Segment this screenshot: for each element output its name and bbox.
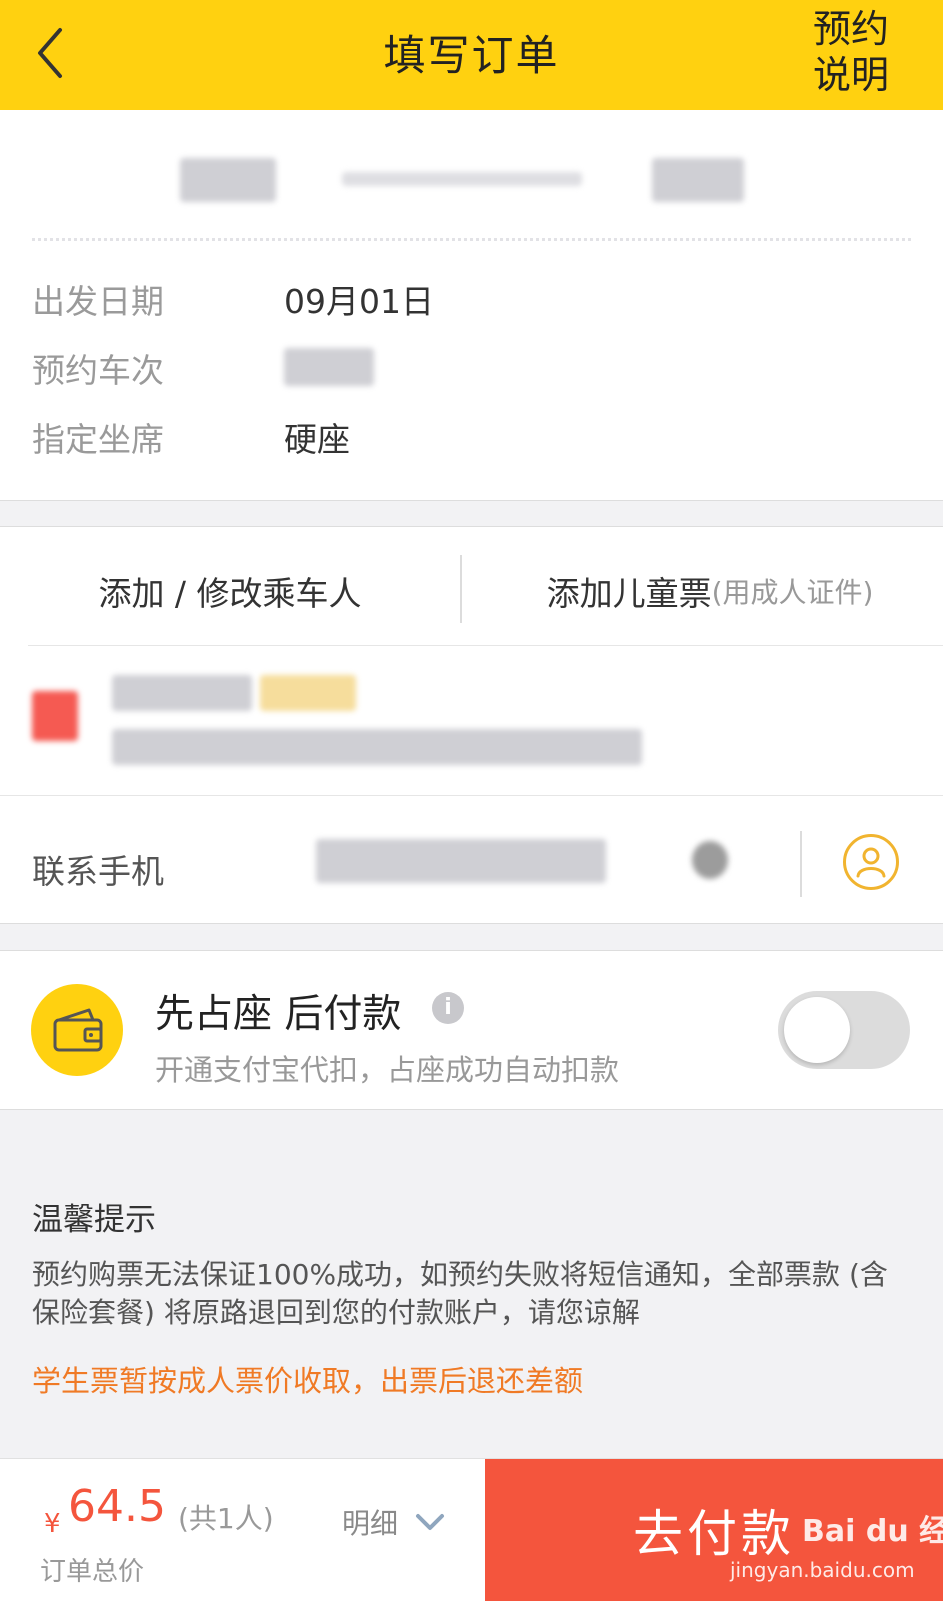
add-edit-passenger-button[interactable]: 添加 / 修改乘车人 bbox=[30, 561, 430, 621]
contact-separator bbox=[800, 831, 802, 897]
tab-separator bbox=[460, 555, 462, 623]
remove-passenger-icon[interactable] bbox=[32, 691, 78, 741]
tips-text: 预约购票无法保证100%成功，如预约失败将短信通知，全部票款 (含保险套餐) 将… bbox=[32, 1258, 888, 1329]
chevron-down-icon bbox=[416, 1514, 445, 1530]
row-divider bbox=[0, 795, 943, 796]
price-detail-button[interactable]: 明细 bbox=[342, 1497, 450, 1547]
row-divider bbox=[28, 645, 943, 646]
pay-later-card: 先占座 后付款 i 开通支付宝代扣，占座成功自动扣款 bbox=[0, 950, 943, 1110]
pay-button-label: 去付款 bbox=[633, 1505, 795, 1563]
passenger-count: (共1人) bbox=[178, 1502, 274, 1535]
tips-title: 温馨提示 bbox=[32, 1202, 156, 1238]
passenger-type-badge-redacted bbox=[260, 675, 356, 711]
help-line-1: 预约 bbox=[812, 7, 889, 51]
train-number-label: 预约车次 bbox=[32, 351, 164, 390]
departure-station-redacted bbox=[180, 158, 276, 202]
trip-info-card: 出发日期 09月01日 预约车次 指定坐席 硬座 bbox=[0, 110, 943, 501]
add-child-ticket-label: 添加儿童票 bbox=[546, 574, 712, 613]
add-edit-passenger-label: 添加 / 修改乘车人 bbox=[98, 574, 362, 613]
seat-type-label: 指定坐席 bbox=[32, 420, 164, 459]
train-number-redacted bbox=[284, 348, 374, 386]
booking-help-button[interactable]: 预约 说明 bbox=[801, 6, 901, 98]
help-line-2: 说明 bbox=[812, 53, 889, 97]
add-child-ticket-button[interactable]: 添加儿童票 (用成人证件) bbox=[500, 561, 920, 621]
dotted-divider bbox=[32, 238, 911, 241]
passenger-card: 添加 / 修改乘车人 添加儿童票 (用成人证件) 联系手机 bbox=[0, 526, 943, 924]
departure-date-value: 09月01日 bbox=[284, 282, 434, 321]
toggle-knob bbox=[784, 997, 850, 1063]
total-price-label: 订单总价 bbox=[40, 1557, 145, 1587]
contact-phone-input-redacted[interactable] bbox=[316, 839, 606, 883]
clear-input-icon[interactable] bbox=[692, 841, 728, 879]
top-bar: 填写订单 预约 说明 bbox=[0, 0, 943, 110]
wallet-icon bbox=[31, 984, 123, 1076]
passenger-id-redacted bbox=[112, 729, 642, 765]
watermark-logo: Bai du 经验 bbox=[802, 1514, 943, 1549]
passenger-name-redacted bbox=[112, 675, 252, 711]
arrival-station-redacted bbox=[652, 158, 744, 202]
passenger-list-item[interactable] bbox=[0, 647, 943, 795]
pay-later-title: 先占座 后付款 bbox=[155, 992, 402, 1037]
info-icon[interactable]: i bbox=[432, 992, 464, 1024]
pay-later-toggle[interactable] bbox=[778, 991, 910, 1069]
currency-symbol: ¥ bbox=[44, 1509, 61, 1539]
add-child-ticket-note: (用成人证件) bbox=[711, 576, 874, 609]
contact-phone-label: 联系手机 bbox=[32, 852, 164, 891]
detail-label: 明细 bbox=[342, 1507, 399, 1540]
student-ticket-warning: 学生票暂按成人票价收取，出票后退还差额 bbox=[32, 1364, 584, 1398]
route-line-redacted bbox=[342, 172, 582, 186]
pay-later-description: 开通支付宝代扣，占座成功自动扣款 bbox=[155, 1053, 620, 1087]
contacts-picker-button[interactable] bbox=[843, 834, 899, 890]
total-price: 64.5 bbox=[68, 1481, 166, 1532]
seat-type-value: 硬座 bbox=[284, 420, 350, 459]
watermark-url: jingyan.baidu.com bbox=[730, 1558, 915, 1582]
departure-date-label: 出发日期 bbox=[32, 282, 164, 321]
person-icon bbox=[856, 847, 886, 878]
